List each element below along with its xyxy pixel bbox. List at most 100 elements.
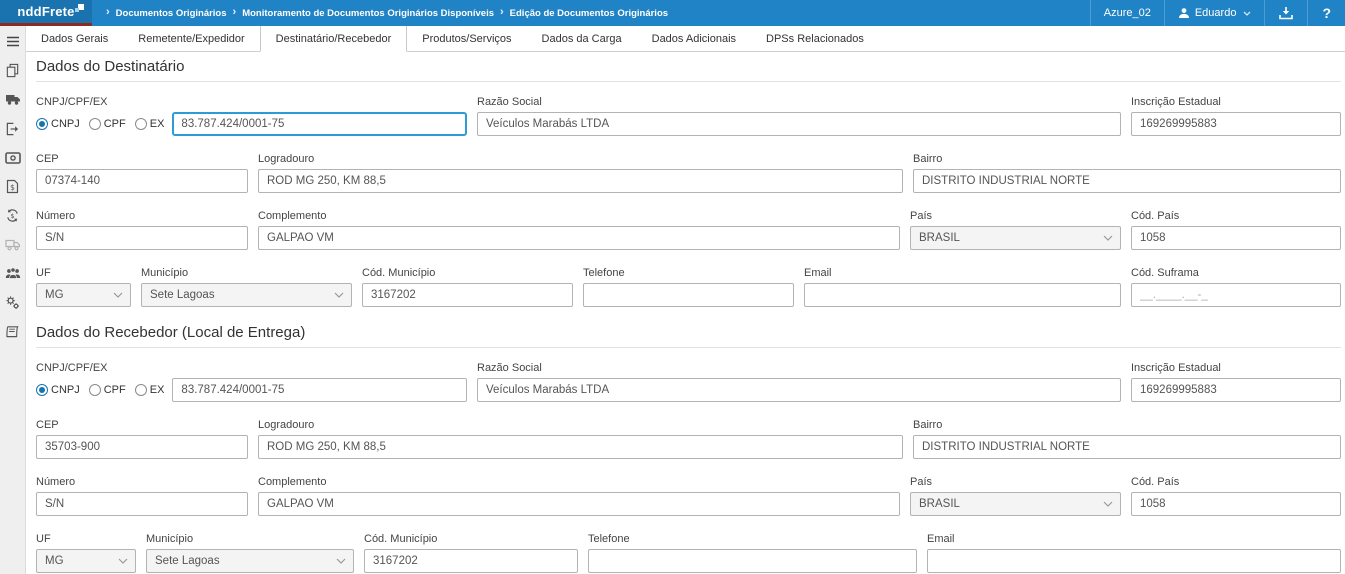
pais-select[interactable]: BRASIL: [910, 226, 1121, 250]
complemento-input[interactable]: [258, 492, 900, 516]
tab-dpss-relacionados[interactable]: DPSs Relacionados: [751, 26, 879, 52]
pais-select[interactable]: BRASIL: [910, 492, 1121, 516]
tab-dados-gerais[interactable]: Dados Gerais: [26, 26, 123, 52]
razao-social-input[interactable]: [477, 378, 1121, 402]
radio-dot-icon: [36, 384, 48, 396]
complemento-field: Complemento: [258, 476, 900, 516]
chevron-down-icon: [334, 292, 344, 298]
help-icon: ?: [1322, 5, 1331, 21]
invoice-document-icon[interactable]: $: [5, 179, 21, 194]
chevron-down-icon: [1103, 235, 1113, 241]
tab-produtos-servicos[interactable]: Produtos/Serviços: [407, 26, 526, 52]
logradouro-input[interactable]: [258, 169, 903, 193]
money-note-icon[interactable]: [5, 150, 21, 165]
bairro-input[interactable]: [913, 169, 1341, 193]
app-logo-text: nddFrete: [17, 4, 74, 19]
truck-secondary-icon[interactable]: [5, 237, 21, 252]
cod-pais-field: Cód. País: [1131, 210, 1341, 250]
top-bar: nddFrete › Documentos Originários › Moni…: [0, 0, 1345, 26]
chevron-down-icon: [113, 292, 123, 298]
radio-cpf[interactable]: CPF: [89, 118, 126, 130]
user-menu[interactable]: Eduardo: [1164, 0, 1265, 26]
cod-municipio-input[interactable]: [362, 283, 573, 307]
hamburger-menu-icon[interactable]: [5, 34, 21, 49]
numero-field: Número: [36, 210, 248, 250]
cod-municipio-field: Cód. Município: [362, 267, 573, 307]
settings-gears-icon[interactable]: [5, 295, 21, 310]
bairro-field: Bairro: [913, 153, 1341, 193]
uf-select[interactable]: MG: [36, 549, 136, 573]
help-button[interactable]: ?: [1307, 0, 1345, 26]
svg-text:$: $: [10, 212, 14, 220]
currency-exchange-icon[interactable]: $: [5, 208, 21, 223]
chevron-down-icon: [1243, 11, 1251, 16]
complemento-input[interactable]: [258, 226, 900, 250]
email-input[interactable]: [804, 283, 1121, 307]
municipio-field: Município Sete Lagoas: [146, 533, 354, 573]
cnpj-input[interactable]: [172, 378, 467, 402]
breadcrumb-item[interactable]: Edição de Documentos Originários: [510, 8, 668, 19]
logradouro-field: Logradouro: [258, 419, 903, 459]
app-logo[interactable]: nddFrete: [0, 0, 92, 26]
breadcrumb-chevron-icon: ›: [500, 6, 504, 18]
doc-type-label: CNPJ/CPF/EX: [36, 96, 467, 108]
bairro-field: Bairro: [913, 419, 1341, 459]
cnpj-input[interactable]: [172, 112, 467, 136]
telefone-input[interactable]: [583, 283, 794, 307]
email-field: Email: [804, 267, 1121, 307]
section-destinatario: Dados do Destinatário CNPJ/CPF/EX CNPJ C…: [36, 58, 1341, 307]
copy-documents-icon[interactable]: [5, 63, 21, 78]
uf-field: UF MG: [36, 267, 131, 307]
cod-pais-input[interactable]: [1131, 226, 1341, 250]
download-button[interactable]: [1264, 0, 1307, 26]
municipio-select[interactable]: Sete Lagoas: [141, 283, 352, 307]
razao-social-input[interactable]: [477, 112, 1121, 136]
cod-suframa-input[interactable]: [1131, 283, 1341, 307]
uf-select[interactable]: MG: [36, 283, 131, 307]
chevron-down-icon: [118, 558, 128, 564]
email-field: Email: [927, 533, 1341, 573]
environment-label: Azure_02: [1104, 7, 1151, 19]
numero-input[interactable]: [36, 226, 248, 250]
razao-social-field: Razão Social: [477, 362, 1121, 402]
radio-cpf[interactable]: CPF: [89, 384, 126, 396]
export-document-icon[interactable]: [5, 121, 21, 136]
user-icon: [1178, 7, 1190, 19]
numero-input[interactable]: [36, 492, 248, 516]
cep-input[interactable]: [36, 435, 248, 459]
numero-field: Número: [36, 476, 248, 516]
truck-icon[interactable]: [5, 92, 21, 107]
breadcrumb-item[interactable]: Documentos Originários: [116, 8, 227, 19]
bairro-input[interactable]: [913, 435, 1341, 459]
breadcrumb-item[interactable]: Monitoramento de Documentos Originários …: [242, 8, 494, 19]
tab-dados-da-carga[interactable]: Dados da Carga: [527, 26, 637, 52]
municipio-select[interactable]: Sete Lagoas: [146, 549, 354, 573]
inscricao-estadual-input[interactable]: [1131, 378, 1341, 402]
cod-pais-input[interactable]: [1131, 492, 1341, 516]
radio-cnpj[interactable]: CNPJ: [36, 118, 80, 130]
tab-bar: Dados Gerais Remetente/Expedidor Destina…: [26, 26, 1345, 52]
ledger-book-icon[interactable]: [5, 324, 21, 339]
top-bar-actions: Azure_02 Eduardo ?: [1090, 0, 1345, 26]
doc-type-label: CNPJ/CPF/EX: [36, 362, 467, 374]
inscricao-estadual-input[interactable]: [1131, 112, 1341, 136]
tab-destinatario-recebedor[interactable]: Destinatário/Recebedor: [260, 26, 408, 52]
telefone-input[interactable]: [588, 549, 917, 573]
breadcrumb-chevron-icon: ›: [233, 6, 237, 18]
environment-selector[interactable]: Azure_02: [1090, 0, 1164, 26]
radio-ex[interactable]: EX: [135, 384, 165, 396]
email-input[interactable]: [927, 549, 1341, 573]
left-sidebar: $ $: [0, 26, 26, 574]
cnpj-cpf-ex-group: CNPJ/CPF/EX CNPJ CPF EX: [36, 362, 467, 402]
radio-cnpj[interactable]: CNPJ: [36, 384, 80, 396]
radio-ex[interactable]: EX: [135, 118, 165, 130]
razao-social-field: Razão Social: [477, 96, 1121, 136]
cod-municipio-input[interactable]: [364, 549, 578, 573]
logradouro-input[interactable]: [258, 435, 903, 459]
svg-text:$: $: [10, 183, 15, 192]
tab-remetente-expedidor[interactable]: Remetente/Expedidor: [123, 26, 259, 52]
users-group-icon[interactable]: [5, 266, 21, 281]
cep-input[interactable]: [36, 169, 248, 193]
chevron-down-icon: [336, 558, 346, 564]
tab-dados-adicionais[interactable]: Dados Adicionais: [637, 26, 751, 52]
